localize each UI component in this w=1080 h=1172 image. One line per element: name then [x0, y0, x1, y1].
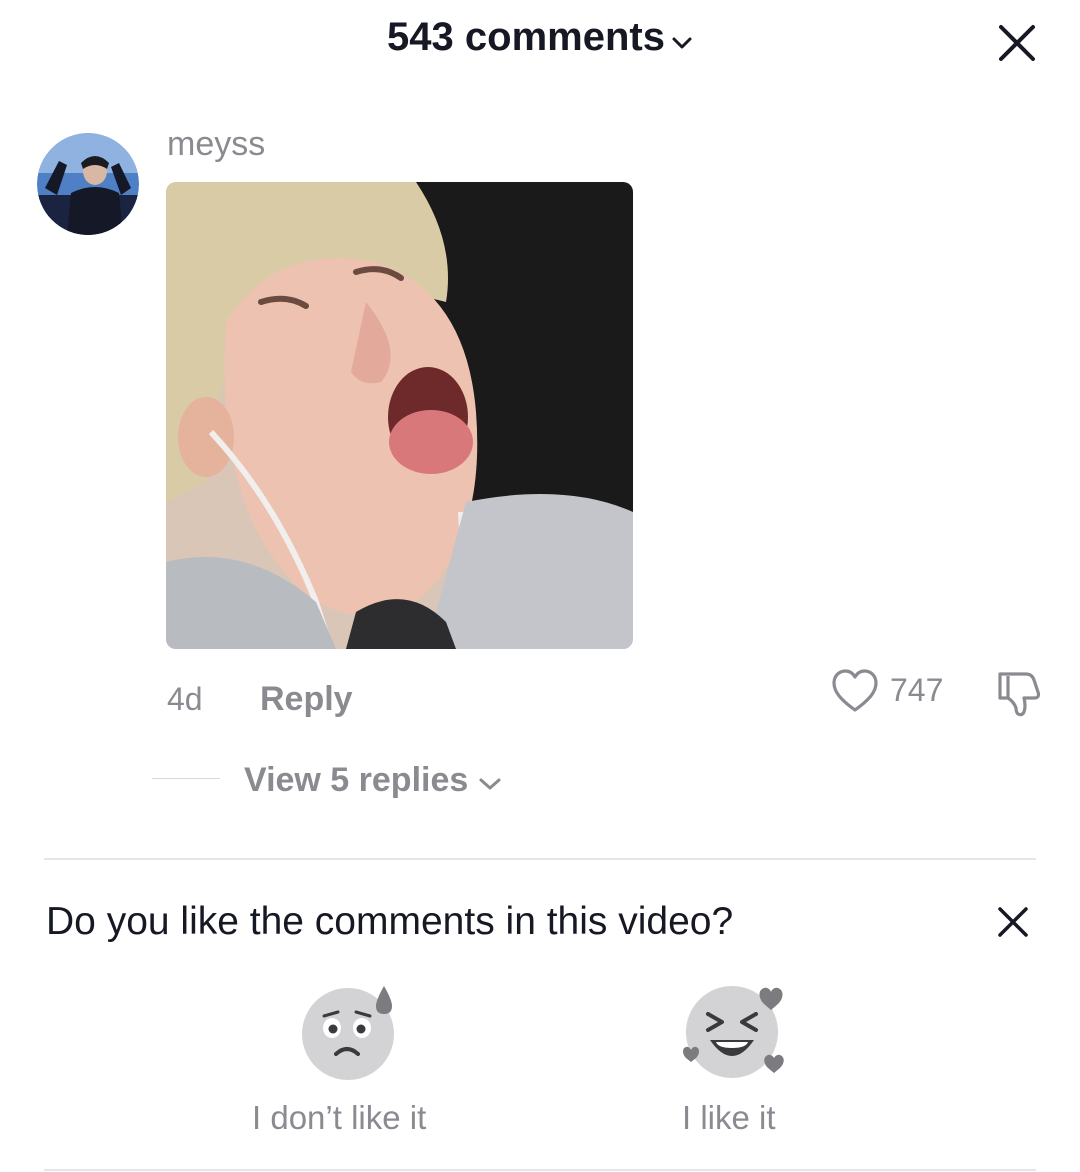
- close-survey-button[interactable]: [996, 905, 1030, 939]
- section-divider: [44, 858, 1036, 860]
- laughing-hearts-face-icon: [680, 982, 795, 1082]
- comments-count-title: 543 comments: [387, 15, 665, 59]
- like-count: 747: [890, 672, 944, 708]
- comment-sticker-image[interactable]: [166, 182, 633, 649]
- comments-header[interactable]: 543 comments: [0, 12, 1080, 62]
- comment-timestamp: 4d: [167, 681, 203, 717]
- heart-icon: [832, 669, 878, 712]
- view-replies-button[interactable]: View 5 replies: [244, 758, 502, 802]
- avatar[interactable]: [37, 133, 139, 235]
- close-comments-button[interactable]: [996, 22, 1038, 64]
- chevron-down-icon: [478, 758, 502, 802]
- reply-button[interactable]: Reply: [260, 677, 353, 721]
- chevron-down-icon: [671, 12, 693, 62]
- close-icon: [998, 907, 1028, 937]
- bottom-divider: [44, 1169, 1036, 1171]
- like-option-label: I like it: [682, 1099, 776, 1136]
- replies-divider: [152, 778, 220, 779]
- view-replies-label: View 5 replies: [244, 761, 469, 799]
- like-button[interactable]: [831, 668, 879, 714]
- close-icon: [999, 25, 1035, 61]
- thumbs-down-icon: [998, 672, 1041, 717]
- dislike-button[interactable]: [992, 668, 1044, 718]
- sad-sweat-face-icon: [300, 982, 400, 1082]
- comment-username[interactable]: meyss: [167, 122, 265, 166]
- dislike-comments-option[interactable]: I don’t like it: [250, 982, 450, 1142]
- dislike-option-label: I don’t like it: [252, 1099, 427, 1136]
- survey-question: Do you like the comments in this video?: [46, 900, 734, 943]
- like-comments-option[interactable]: I like it: [670, 982, 800, 1142]
